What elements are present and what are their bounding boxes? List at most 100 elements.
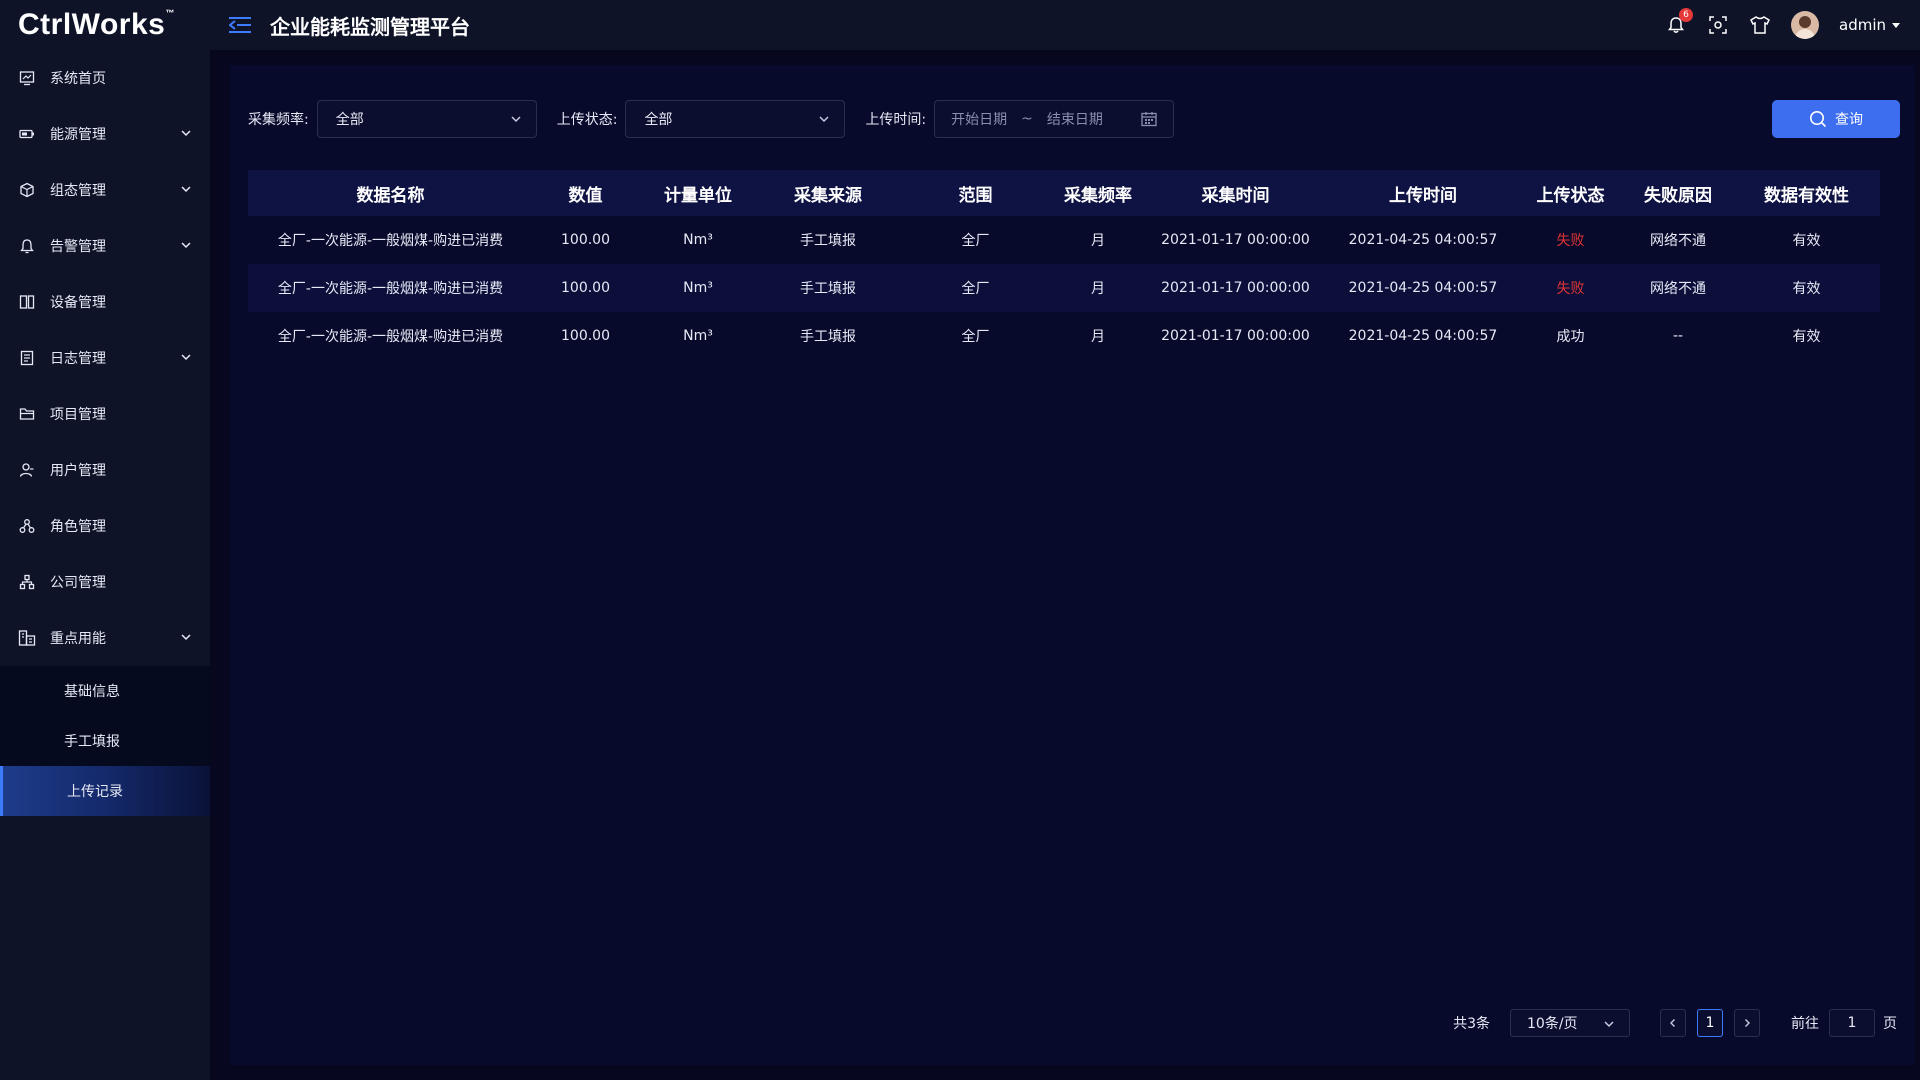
chevron-right-icon [1745, 1019, 1750, 1027]
table-cell: 2021-01-17 00:00:00 [1161, 232, 1310, 248]
sidebar-item-0[interactable]: 系统首页 [0, 50, 210, 106]
column-header[interactable]: 范围 [898, 170, 1053, 216]
chevron-down-icon [180, 127, 192, 143]
total-count: 共3条 [1453, 1016, 1490, 1032]
chevron-down-icon [819, 116, 829, 123]
table-cell: 2021-01-17 00:00:00 [1161, 280, 1310, 296]
sidebar-item-label: 能源管理 [50, 127, 106, 143]
sidebar-item-4[interactable]: 设备管理 [0, 274, 210, 330]
column-header[interactable]: 计量单位 [638, 170, 758, 216]
table-cell: 2021-04-25 04:00:57 [1348, 280, 1498, 296]
sidebar-item-label: 用户管理 [50, 463, 106, 479]
column-header[interactable]: 采集时间 [1143, 170, 1328, 216]
table-cell: 全厂-一次能源-一般烟煤-购进已消费 [277, 281, 504, 297]
column-header[interactable]: 上传时间 [1328, 170, 1518, 216]
column-header[interactable]: 数据名称 [248, 170, 533, 216]
column-header[interactable]: 采集频率 [1053, 170, 1143, 216]
building-icon [18, 629, 36, 647]
end-date-input[interactable]: 结束日期 [1047, 109, 1103, 129]
table-cell: 全厂 [961, 233, 990, 249]
submenu-item-0[interactable]: 基础信息 [0, 666, 210, 716]
table-cell: 有效 [1792, 281, 1821, 297]
user-name-label: admin [1839, 16, 1886, 34]
table-cell: 100.00 [561, 280, 610, 296]
date-separator: ~ [1021, 111, 1033, 127]
sidebar-item-label: 重点用能 [50, 631, 106, 647]
table-cell: 月 [1091, 281, 1105, 297]
sidebar: 系统首页能源管理组态管理告警管理设备管理日志管理项目管理用户管理角色管理公司管理… [0, 50, 210, 1080]
column-header[interactable]: 采集来源 [758, 170, 898, 216]
sidebar-item-2[interactable]: 组态管理 [0, 162, 210, 218]
battery-icon [18, 125, 36, 143]
table-cell: 失败 [1556, 233, 1585, 249]
table-cell: 全厂 [961, 329, 990, 345]
submenu-item-2[interactable]: 上传记录 [0, 766, 210, 816]
chevron-left-icon [1670, 1019, 1675, 1027]
start-date-input[interactable]: 开始日期 [951, 109, 1007, 129]
bell-icon [18, 237, 36, 255]
query-label: 查询 [1835, 112, 1863, 128]
query-button[interactable]: 查询 [1772, 100, 1900, 138]
menu-collapse-icon[interactable] [225, 10, 255, 40]
cube-icon [18, 181, 36, 199]
date-range-picker[interactable]: 开始日期 ~ 结束日期 [934, 100, 1175, 138]
table-cell: -- [1672, 328, 1684, 344]
frequency-value: 全部 [335, 112, 364, 128]
page-number-button[interactable]: 1 [1697, 1009, 1723, 1037]
table-row[interactable]: 全厂-一次能源-一般烟煤-购进已消费 100.00 Nm³ 手工填报 全厂 月 2021-0… [248, 264, 1880, 312]
next-page-button[interactable] [1734, 1009, 1760, 1037]
sidebar-item-3[interactable]: 告警管理 [0, 218, 210, 274]
notification-bell-icon[interactable]: 6 [1665, 8, 1693, 36]
search-icon [1810, 111, 1827, 128]
theme-shirt-icon[interactable] [1749, 14, 1771, 36]
table-cell: 月 [1091, 233, 1105, 249]
column-header[interactable]: 数据有效性 [1733, 170, 1880, 216]
filter-bar: 采集频率: 全部 上传状态: 全部 上传时间: 开始日期 ~ 结束日期 [248, 100, 1175, 138]
table-cell: 手工填报 [800, 233, 856, 249]
table-cell: 100.00 [561, 328, 610, 344]
monitor-icon [18, 69, 36, 87]
fullscreen-icon[interactable] [1707, 14, 1729, 36]
chevron-down-icon [511, 116, 521, 123]
sidebar-item-8[interactable]: 角色管理 [0, 498, 210, 554]
sidebar-item-7[interactable]: 用户管理 [0, 442, 210, 498]
table-row[interactable]: 全厂-一次能源-一般烟煤-购进已消费 100.00 Nm³ 手工填报 全厂 月 2021-0… [248, 312, 1880, 360]
upload-time-label: 上传时间: [865, 112, 927, 128]
sidebar-item-6[interactable]: 项目管理 [0, 386, 210, 442]
page-size-select[interactable]: 10条/页 [1510, 1009, 1630, 1037]
goto-page-input[interactable] [1829, 1009, 1875, 1037]
column-header[interactable]: 上传状态 [1518, 170, 1623, 216]
sidebar-item-label: 告警管理 [50, 239, 106, 255]
column-header[interactable]: 失败原因 [1623, 170, 1733, 216]
avatar[interactable] [1791, 11, 1819, 39]
sidebar-item-9[interactable]: 公司管理 [0, 554, 210, 610]
goto-label: 前往 [1791, 1016, 1819, 1032]
sidebar-item-1[interactable]: 能源管理 [0, 106, 210, 162]
prev-page-button[interactable] [1660, 1009, 1686, 1037]
submenu-item-1[interactable]: 手工填报 [0, 716, 210, 766]
status-select[interactable]: 全部 [625, 100, 846, 138]
sidebar-item-10[interactable]: 重点用能 [0, 610, 210, 666]
table-cell: 手工填报 [800, 281, 856, 297]
column-header[interactable]: 数值 [533, 170, 638, 216]
table-cell: 网络不通 [1650, 233, 1706, 249]
chevron-down-icon [180, 351, 192, 367]
pagination: 共3条 10条/页 1 前往 页 [1453, 1009, 1897, 1037]
sidebar-item-label: 系统首页 [50, 71, 106, 87]
user-menu[interactable]: admin [1839, 16, 1900, 34]
sidebar-item-label: 日志管理 [50, 351, 106, 367]
table-cell: Nm³ [683, 232, 713, 248]
caret-down-icon [1892, 22, 1900, 28]
chevron-down-icon [1604, 1021, 1614, 1028]
frequency-select[interactable]: 全部 [316, 100, 537, 138]
table-row[interactable]: 全厂-一次能源-一般烟煤-购进已消费 100.00 Nm³ 手工填报 全厂 月 2021-0… [248, 216, 1880, 264]
org-icon [18, 573, 36, 591]
folder-icon [18, 405, 36, 423]
table-cell: 成功 [1556, 329, 1585, 345]
sidebar-item-label: 公司管理 [50, 575, 106, 591]
role-icon [18, 517, 36, 535]
sidebar-item-5[interactable]: 日志管理 [0, 330, 210, 386]
logo: CtrlWorks ™ [18, 8, 175, 41]
user-icon [18, 461, 36, 479]
table-cell: 有效 [1792, 233, 1821, 249]
